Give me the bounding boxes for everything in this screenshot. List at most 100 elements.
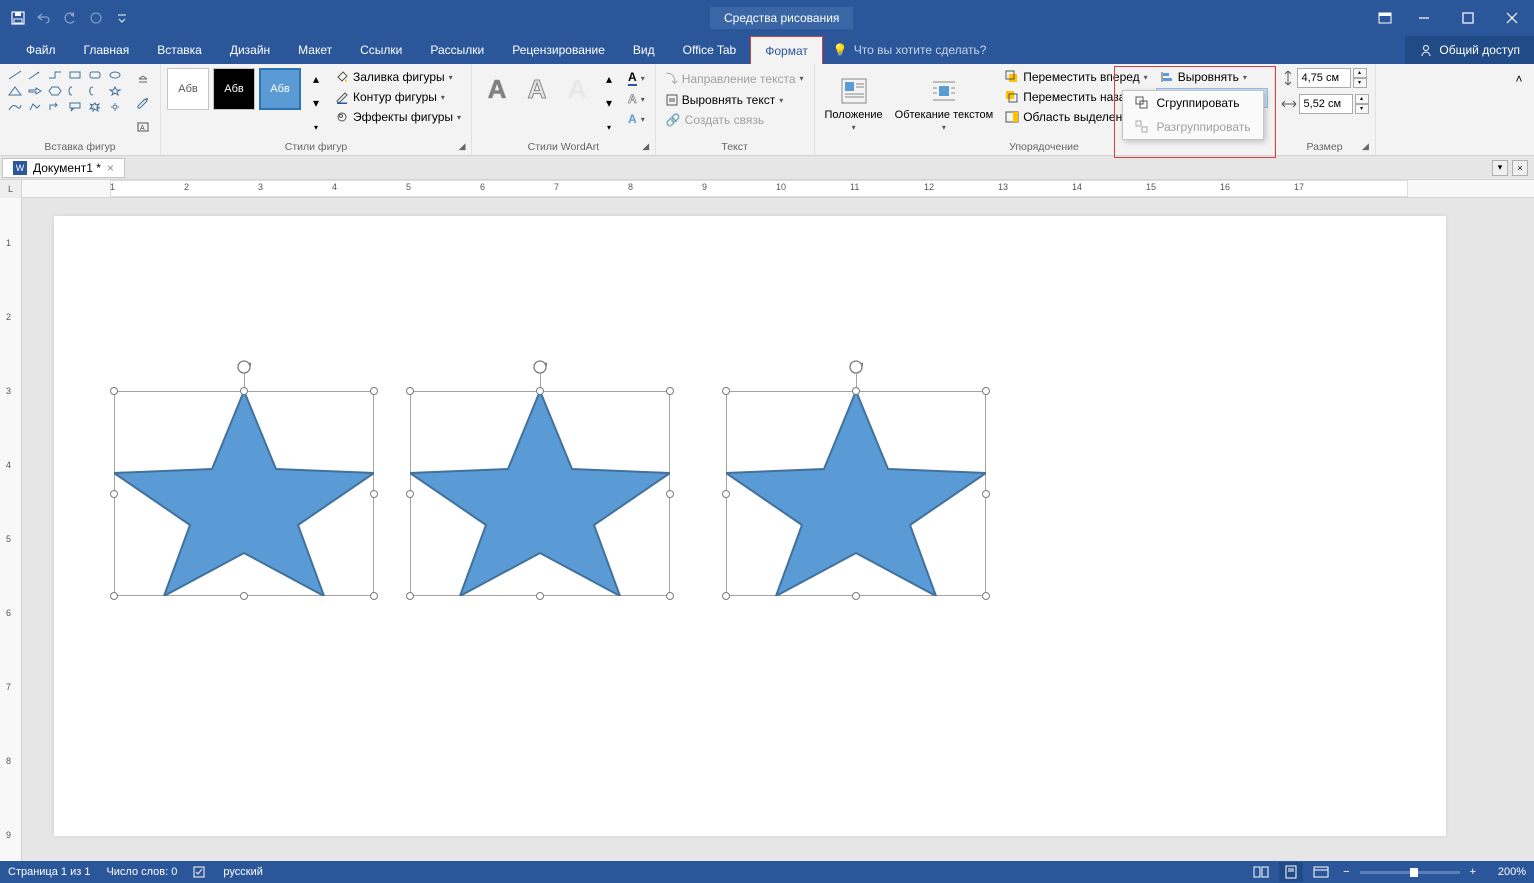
web-layout-button[interactable] <box>1309 862 1333 882</box>
star-shape-2[interactable] <box>410 391 670 596</box>
bring-forward-button[interactable]: Переместить вперед▾ <box>1001 68 1152 86</box>
shape-rect-icon[interactable] <box>66 68 84 82</box>
resize-handle-tl[interactable] <box>110 387 118 395</box>
resize-handle-l[interactable] <box>722 490 730 498</box>
tab-design[interactable]: Дизайн <box>216 36 284 64</box>
shape-arrow-bent-icon[interactable] <box>46 100 64 114</box>
collapse-ribbon-button[interactable]: ˄ <box>1508 68 1530 90</box>
wordart-down-button[interactable]: ▾ <box>598 92 620 114</box>
tab-format[interactable]: Формат <box>750 36 823 64</box>
tab-review[interactable]: Рецензирование <box>498 36 619 64</box>
resize-handle-t[interactable] <box>536 387 544 395</box>
shape-style-2[interactable]: Абв <box>213 68 255 110</box>
doctabs-menu-button[interactable]: ▾ <box>1492 160 1508 176</box>
position-button[interactable]: Положение▾ <box>821 68 887 139</box>
width-down-button[interactable]: ▾ <box>1355 104 1369 114</box>
shape-triangle-icon[interactable] <box>6 84 24 98</box>
ribbon-display-options-icon[interactable] <box>1368 0 1402 36</box>
zoom-out-button[interactable]: − <box>1339 866 1353 878</box>
tell-me-search[interactable]: 💡 Что вы хотите сделать? <box>823 36 997 64</box>
width-up-button[interactable]: ▴ <box>1355 94 1369 104</box>
spellcheck-icon[interactable] <box>193 865 207 879</box>
resize-handle-b[interactable] <box>852 592 860 600</box>
resize-handle-b[interactable] <box>240 592 248 600</box>
width-input[interactable]: 5,52 см <box>1299 94 1353 114</box>
shape-explosion-icon[interactable] <box>86 100 104 114</box>
wordart-style-3[interactable]: A <box>558 68 596 110</box>
resize-handle-r[interactable] <box>370 490 378 498</box>
shape-hexagon-icon[interactable] <box>46 84 64 98</box>
resize-handle-tr[interactable] <box>982 387 990 395</box>
shapes-gallery[interactable] <box>6 68 124 139</box>
redo-icon[interactable] <box>60 8 80 28</box>
tab-layout[interactable]: Макет <box>284 36 346 64</box>
doctabs-close-button[interactable]: × <box>1512 160 1528 176</box>
wordart-more-button[interactable]: ▾ <box>598 116 620 138</box>
wordart-up-button[interactable]: ▴ <box>598 68 620 90</box>
zoom-in-button[interactable]: + <box>1466 866 1480 878</box>
group-item-group[interactable]: Сгруппировать <box>1123 91 1263 115</box>
shape-callout-icon[interactable] <box>66 100 84 114</box>
text-box-button[interactable]: A <box>132 116 154 138</box>
shape-curve-icon[interactable] <box>6 100 24 114</box>
print-layout-button[interactable] <box>1279 862 1303 882</box>
shape-connector-icon[interactable] <box>46 68 64 82</box>
maximize-button[interactable] <box>1446 0 1490 36</box>
document-tab[interactable]: W Документ1 * × <box>2 158 125 178</box>
ruler-corner[interactable]: L <box>0 180 22 198</box>
page[interactable]: const starPos=[{l:60,t:175},{l:356,t:175… <box>54 216 1446 836</box>
zoom-percent[interactable]: 200% <box>1486 866 1526 878</box>
resize-handle-b[interactable] <box>536 592 544 600</box>
resize-handle-tr[interactable] <box>370 387 378 395</box>
wordart-style-2[interactable]: A <box>518 68 556 110</box>
qat-extra-icon[interactable] <box>86 8 106 28</box>
wordart-style-1[interactable]: A <box>478 68 516 110</box>
wordart-launcher[interactable]: ◢ <box>639 139 653 153</box>
shape-star-icon[interactable] <box>106 84 124 98</box>
shapes-more-button[interactable] <box>132 68 154 90</box>
resize-handle-l[interactable] <box>406 490 414 498</box>
shape-effects-button[interactable]: Эффекты фигуры▾ <box>331 108 465 126</box>
shape-brace-icon[interactable] <box>86 84 104 98</box>
zoom-slider[interactable] <box>1360 871 1460 874</box>
shape-styles-down-button[interactable]: ▾ <box>305 92 327 114</box>
word-count[interactable]: Число слов: 0 <box>106 866 177 878</box>
shape-sun-icon[interactable] <box>106 100 124 114</box>
resize-handle-t[interactable] <box>240 387 248 395</box>
text-fill-button[interactable]: A▾ <box>624 68 649 88</box>
tab-mailings[interactable]: Рассылки <box>416 36 498 64</box>
document-area[interactable]: document.write([1,2,3,4,5,6,7,8,9].map((… <box>0 198 1534 861</box>
save-icon[interactable] <box>8 8 28 28</box>
shape-ellipse-icon[interactable] <box>106 68 124 82</box>
share-button[interactable]: Общий доступ <box>1405 36 1534 64</box>
resize-handle-bl[interactable] <box>110 592 118 600</box>
page-status[interactable]: Страница 1 из 1 <box>8 866 90 878</box>
size-launcher[interactable]: ◢ <box>1359 139 1373 153</box>
shape-arrow-icon[interactable] <box>26 68 44 82</box>
shape-style-3[interactable]: Абв <box>259 68 301 110</box>
tab-home[interactable]: Главная <box>70 36 144 64</box>
shape-fill-button[interactable]: Заливка фигуры▾ <box>331 68 465 86</box>
shape-freeform-icon[interactable] <box>26 100 44 114</box>
doctab-close-button[interactable]: × <box>107 161 114 175</box>
shape-bracket-icon[interactable] <box>66 84 84 98</box>
shape-line-icon[interactable] <box>6 68 24 82</box>
horizontal-ruler[interactable]: L document.write([1,2,3,4,5,6,7,8,9,10,1… <box>0 180 1534 198</box>
tab-office-tab[interactable]: Office Tab <box>669 36 751 64</box>
read-mode-button[interactable] <box>1249 862 1273 882</box>
shape-arrow-right-icon[interactable] <box>26 84 44 98</box>
resize-handle-br[interactable] <box>666 592 674 600</box>
resize-handle-tl[interactable] <box>406 387 414 395</box>
align-text-button[interactable]: Выровнять текст▾ <box>662 91 808 109</box>
language-status[interactable]: русский <box>223 866 262 878</box>
vertical-ruler[interactable]: document.write([1,2,3,4,5,6,7,8,9].map((… <box>0 198 22 861</box>
shape-roundrect-icon[interactable] <box>86 68 104 82</box>
height-input[interactable]: 4,75 см <box>1297 68 1351 88</box>
resize-handle-bl[interactable] <box>722 592 730 600</box>
height-down-button[interactable]: ▾ <box>1353 78 1367 88</box>
tab-insert[interactable]: Вставка <box>143 36 216 64</box>
height-up-button[interactable]: ▴ <box>1353 68 1367 78</box>
shape-outline-button[interactable]: Контур фигуры▾ <box>331 88 465 106</box>
tab-file[interactable]: Файл <box>12 36 70 64</box>
resize-handle-l[interactable] <box>110 490 118 498</box>
